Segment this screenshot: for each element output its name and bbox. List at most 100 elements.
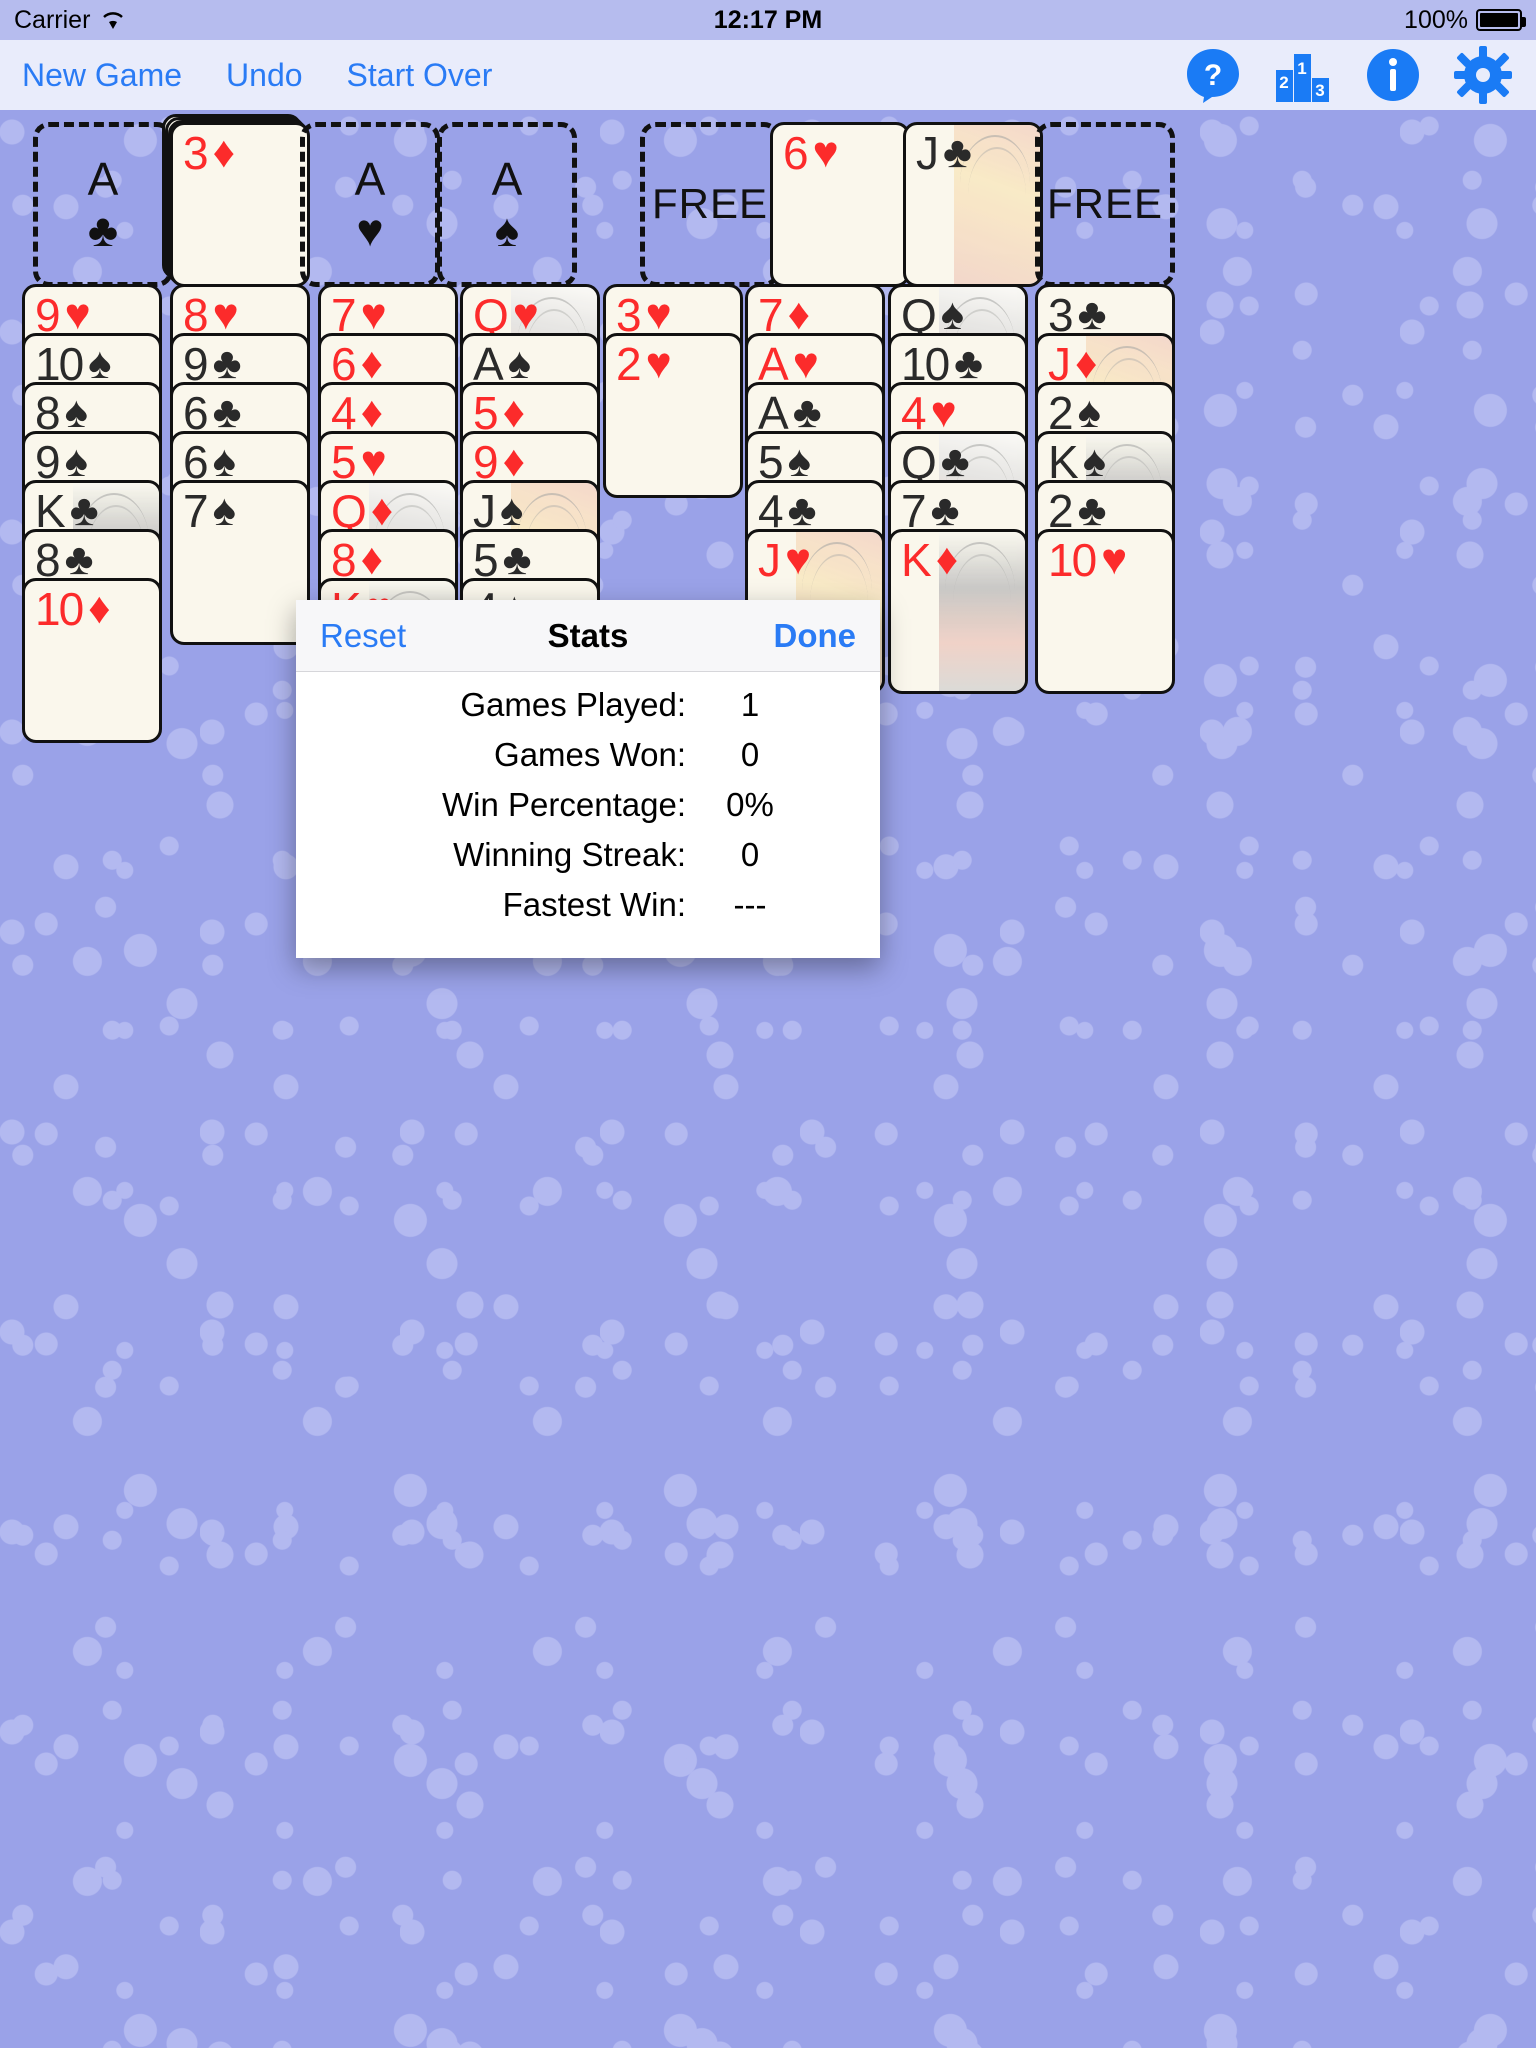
stat-row: Winning Streak: 0 xyxy=(296,836,880,886)
foundation-hearts[interactable]: A ♥ xyxy=(300,122,440,287)
stats-dialog-header: Reset Stats Done xyxy=(296,600,880,672)
settings-gear-icon[interactable] xyxy=(1454,46,1512,104)
battery-full-icon xyxy=(1476,9,1526,31)
stats-list: Games Played: 1 Games Won: 0 Win Percentage:… xyxy=(296,672,880,936)
card-rank: 5 xyxy=(331,436,357,488)
card-suit-icon: ♠ xyxy=(787,437,811,486)
freecell-1[interactable]: FREE xyxy=(640,122,780,287)
card-rank: A xyxy=(473,338,504,390)
svg-text:?: ? xyxy=(1204,59,1222,92)
card-rank: 2 xyxy=(1048,485,1074,537)
card-rank: K xyxy=(901,534,932,586)
card-suit-icon: ♠ xyxy=(500,486,524,535)
info-icon[interactable] xyxy=(1364,46,1422,104)
tableau-card[interactable]: K ♦ xyxy=(888,529,1028,694)
tableau-card[interactable]: 2 ♥ xyxy=(603,333,743,498)
card-suit-icon: ♦ xyxy=(502,437,526,486)
card-suit-icon: ♠ xyxy=(507,339,532,388)
card-rank: 9 xyxy=(183,338,209,390)
foundation-diamonds[interactable]: 3 ♦ xyxy=(162,114,310,287)
card-rank: A xyxy=(758,338,789,390)
freecell-4[interactable]: FREE xyxy=(1035,122,1175,287)
card-suit-icon: ♠ xyxy=(940,290,965,339)
card-rank: 10 xyxy=(35,338,84,390)
card-corner: 7 ♠ xyxy=(173,483,307,539)
slot-rank: A xyxy=(491,153,523,206)
card-suit-icon: ♥ xyxy=(930,388,957,437)
new-game-button[interactable]: New Game xyxy=(22,57,182,94)
card-suit-icon: ♣ xyxy=(792,388,822,437)
card-rank: Q xyxy=(473,289,509,341)
tableau-card[interactable]: 10 ♦ xyxy=(22,578,162,743)
stat-value: --- xyxy=(733,886,767,923)
card-rank: 8 xyxy=(331,534,357,586)
card-suit-icon: ♦ xyxy=(88,584,111,633)
card-rank: J xyxy=(473,485,496,537)
free-label: FREE xyxy=(651,180,768,228)
foundation-clubs[interactable]: A ♣ xyxy=(33,122,173,287)
card-rank: J xyxy=(758,534,781,586)
card-suit-icon: ♥ xyxy=(645,339,672,388)
tableau-card[interactable]: 10 ♥ xyxy=(1035,529,1175,694)
foundation-spades[interactable]: A ♠ xyxy=(437,122,577,287)
freecell-2[interactable]: 6 ♥ xyxy=(770,122,910,287)
card-rank: 7 xyxy=(331,289,357,341)
game-toolbar: New Game Undo Start Over ? 2 1 3 xyxy=(0,40,1536,110)
stat-label: Fastest Win: xyxy=(502,886,686,923)
card-rank: 10 xyxy=(901,338,950,390)
stats-podium-icon[interactable]: 2 1 3 xyxy=(1274,46,1332,104)
card-rank: 5 xyxy=(473,534,499,586)
svg-text:1: 1 xyxy=(1297,59,1306,78)
card-suit-icon: ♦ xyxy=(212,128,236,177)
stat-label: Winning Streak: xyxy=(453,836,686,873)
stat-value: 0 xyxy=(740,836,760,873)
foundation-top-card[interactable]: 3 ♦ xyxy=(170,122,310,287)
card-suit-icon: ♦ xyxy=(360,388,384,437)
stat-value: 1 xyxy=(740,686,760,723)
slot-suit-icon: ♥ xyxy=(356,203,384,256)
freecell-3[interactable]: J ♣ xyxy=(903,122,1043,287)
undo-button[interactable]: Undo xyxy=(226,57,303,94)
card-corner: J ♥ xyxy=(748,532,882,588)
card-suit-icon: ♥ xyxy=(645,290,672,339)
stats-dialog: Reset Stats Done Games Played: 1 Games Won… xyxy=(296,600,880,958)
stat-value: 0 xyxy=(740,736,760,773)
card-suit-icon: ♣ xyxy=(1077,290,1107,339)
reset-button[interactable]: Reset xyxy=(320,617,406,655)
card-corner: 2 ♥ xyxy=(606,336,740,392)
card-suit-icon: ♥ xyxy=(360,290,387,339)
tableau-card[interactable]: 7 ♠ xyxy=(170,480,310,645)
stat-label: Games Played: xyxy=(460,686,686,723)
free-label: FREE xyxy=(1046,180,1163,228)
done-button[interactable]: Done xyxy=(774,617,857,655)
card-suit-icon: ♣ xyxy=(69,486,99,535)
card-suit-icon: ♦ xyxy=(1075,339,1098,388)
card-rank: Q xyxy=(331,485,367,537)
slot-rank: A xyxy=(354,153,386,206)
card-corner: 10 ♥ xyxy=(1038,532,1172,588)
card-rank: Q xyxy=(901,289,937,341)
help-icon[interactable]: ? xyxy=(1184,46,1242,104)
card-suit-icon: ♥ xyxy=(792,339,819,388)
card-rank: 9 xyxy=(35,436,61,488)
card-rank: 4 xyxy=(758,485,784,537)
card-suit-icon: ♦ xyxy=(370,486,394,535)
stat-row: Games Played: 1 xyxy=(296,686,880,736)
card-suit-icon: ♣ xyxy=(940,437,970,486)
card-suit-icon: ♠ xyxy=(1082,437,1107,486)
card-rank: 7 xyxy=(183,485,209,537)
card-suit-icon: ♣ xyxy=(502,535,532,584)
card-rank: 4 xyxy=(901,387,927,439)
card-rank: 7 xyxy=(901,485,927,537)
card-corner: J ♣ xyxy=(906,125,1040,181)
card-rank: 9 xyxy=(35,289,61,341)
stat-row: Games Won: 0 xyxy=(296,736,880,786)
stat-row: Win Percentage: 0% xyxy=(296,786,880,836)
card-rank: 6 xyxy=(183,436,209,488)
card-suit-icon: ♠ xyxy=(212,486,236,535)
card-rank: 7 xyxy=(758,289,784,341)
start-over-button[interactable]: Start Over xyxy=(347,57,493,94)
card-rank: J xyxy=(1048,338,1071,390)
card-rank: Q xyxy=(901,436,937,488)
status-time: 12:17 PM xyxy=(713,5,823,34)
